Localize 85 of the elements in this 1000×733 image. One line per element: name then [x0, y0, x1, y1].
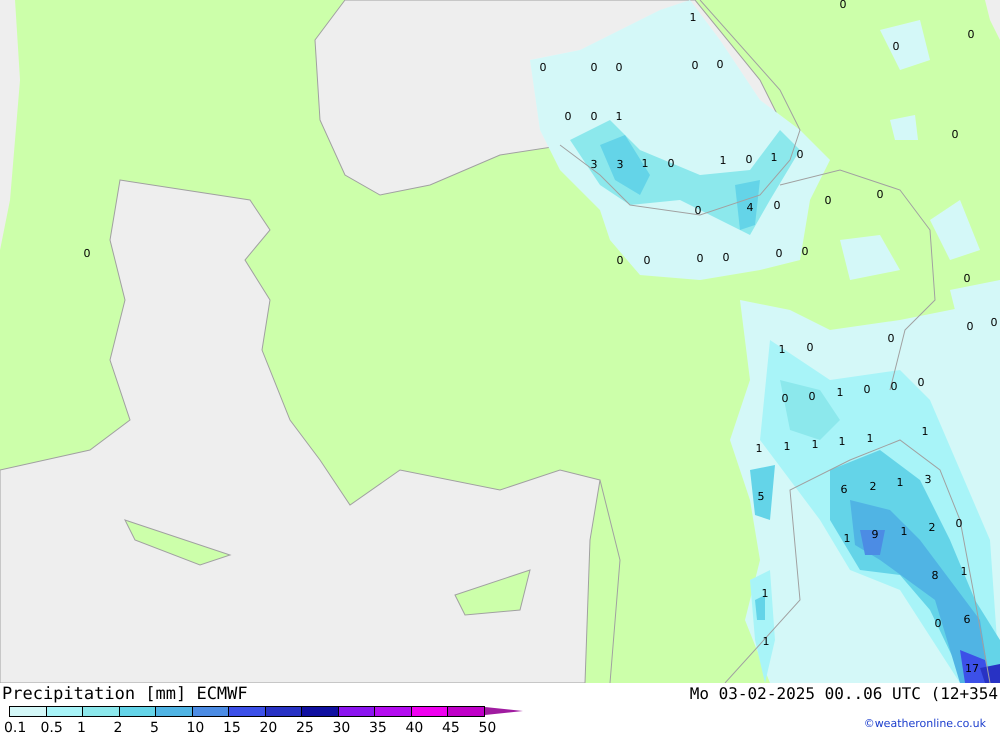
copyright-text: ©weatheronline.co.uk — [864, 717, 986, 731]
precipitation-value: 0 — [782, 393, 788, 405]
precipitation-value: 0 — [952, 129, 958, 141]
precipitation-value: 0 — [876, 189, 884, 201]
precipitation-value: 1 — [756, 443, 762, 455]
precipitation-value: 0 — [696, 253, 704, 265]
precipitation-value: 1 — [922, 426, 928, 438]
precipitation-value: 1 — [836, 387, 844, 399]
precipitation-value: 0 — [796, 149, 804, 161]
precipitation-value: 0 — [644, 255, 650, 267]
precipitation-value: 0 — [888, 333, 894, 345]
precipitation-value: 1 — [642, 158, 648, 170]
precipitation-value: 0 — [824, 195, 832, 207]
precipitation-value: 1 — [866, 433, 874, 445]
precipitation-value: 0 — [692, 60, 698, 72]
precipitation-value: 0 — [590, 62, 598, 74]
precipitation-value: 1 — [896, 477, 904, 489]
precipitation-value: 1 — [838, 436, 846, 448]
precipitation-value: 0 — [966, 321, 974, 333]
precipitation-value: 2 — [928, 522, 936, 534]
scale-label: 10 — [186, 720, 204, 733]
precipitation-value: 0 — [746, 154, 752, 166]
precipitation-value: 1 — [690, 12, 696, 24]
precipitation-value: 0 — [774, 200, 780, 212]
precipitation-value: 1 — [762, 636, 770, 648]
scale-label: 0.1 — [4, 720, 26, 733]
precipitation-value: 0 — [806, 342, 814, 354]
scale-label: 50 — [478, 720, 496, 733]
scale-label: 25 — [296, 720, 314, 733]
precipitation-value: 0 — [716, 59, 724, 71]
precipitation-value: 0 — [918, 377, 924, 389]
precipitation-value: 1 — [812, 439, 818, 451]
precipitation-value: 0 — [668, 158, 674, 170]
precipitation-value: 1 — [960, 566, 968, 578]
precipitation-value: 0 — [590, 111, 598, 123]
precipitation-value: 0 — [968, 29, 974, 41]
precipitation-value: 1 — [770, 152, 778, 164]
precipitation-value: 1 — [720, 155, 726, 167]
precipitation-value: 6 — [840, 484, 848, 496]
precipitation-value: 4 — [746, 202, 754, 214]
precipitation-value: 0 — [990, 317, 998, 329]
precipitation-value: 1 — [844, 533, 850, 545]
scale-label: 2 — [114, 720, 122, 733]
precipitation-value: 0 — [540, 62, 546, 74]
chart-title: Precipitation [mm] ECMWF — [2, 684, 248, 704]
precipitation-value: 0 — [840, 0, 846, 11]
precipitation-value: 3 — [616, 159, 624, 171]
precipitation-value: 1 — [616, 111, 622, 123]
scale-label: 1 — [77, 720, 86, 733]
precipitation-value: 0 — [956, 518, 962, 530]
scale-label: 15 — [223, 720, 241, 733]
precipitation-value: 0 — [722, 252, 730, 264]
forecast-time: Mo 03-02-2025 00..06 UTC (12+354 — [690, 684, 998, 704]
scale-label: 0.5 — [40, 720, 63, 733]
precipitation-value: 3 — [590, 159, 598, 171]
precipitation-value: 1 — [784, 441, 790, 453]
precipitation-value: 0 — [776, 248, 782, 260]
precipitation-value: 1 — [762, 588, 768, 600]
precipitation-value: 0 — [864, 384, 870, 396]
precipitation-value: 1 — [778, 344, 786, 356]
precipitation-value: 3 — [924, 474, 932, 486]
precipitation-value: 17 — [965, 663, 979, 675]
precipitation-value: 0 — [934, 618, 942, 630]
precipitation-value: 1 — [900, 526, 908, 538]
precipitation-value: 0 — [694, 205, 702, 217]
scale-label: 45 — [442, 720, 460, 733]
precipitation-value: 0 — [890, 381, 898, 393]
precipitation-value: 0 — [892, 41, 900, 53]
precipitation-value: 2 — [870, 481, 876, 493]
precipitation-value: 0 — [802, 246, 808, 258]
scale-label: 5 — [150, 720, 159, 733]
precipitation-value: 9 — [872, 529, 878, 541]
scale-label: 30 — [332, 720, 350, 733]
scale-label: 40 — [406, 720, 424, 733]
scale-label: 35 — [369, 720, 387, 733]
precipitation-value: 8 — [932, 570, 938, 582]
precipitation-value: 6 — [964, 614, 970, 626]
precipitation-value: 0 — [808, 391, 816, 403]
precipitation-value: 0 — [964, 273, 970, 285]
precipitation-value: 5 — [758, 491, 764, 503]
precipitation-value: 0 — [616, 255, 624, 267]
precipitation-value: 0 — [564, 111, 572, 123]
scale-label: 20 — [260, 720, 278, 733]
precipitation-value: 0 — [616, 62, 622, 74]
precipitation-value: 0 — [84, 248, 90, 260]
